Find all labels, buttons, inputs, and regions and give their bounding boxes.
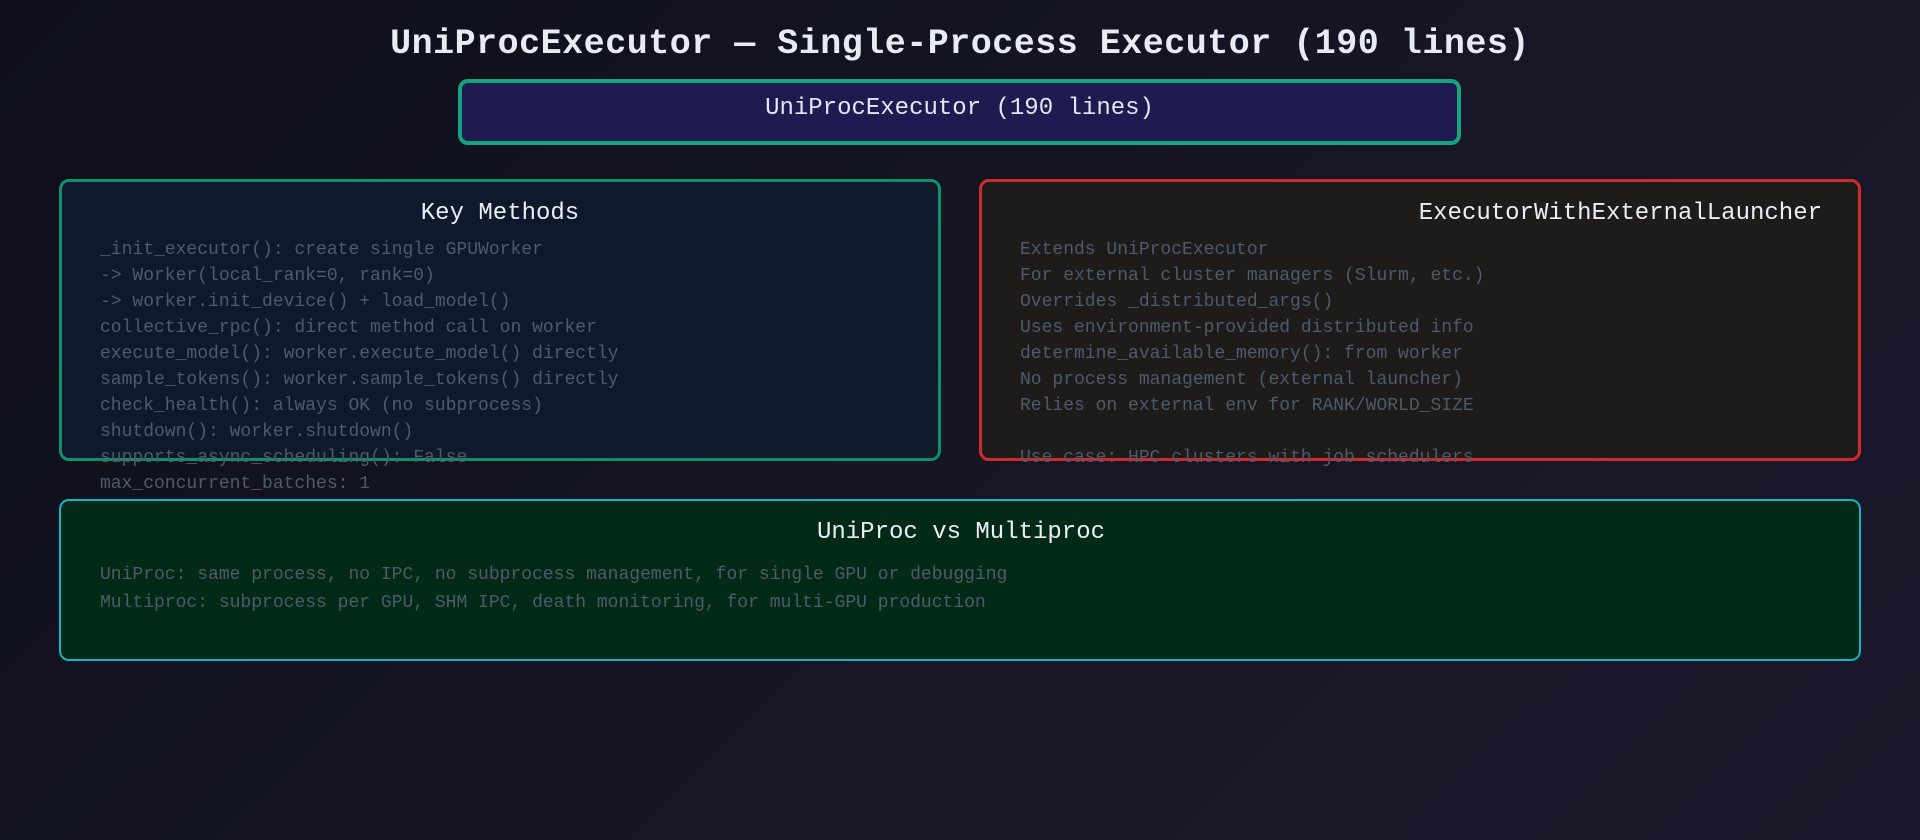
list-item: supports_async_scheduling(): False [100, 448, 468, 468]
executor-header-label: UniProcExecutor (190 lines) [765, 95, 1154, 122]
comparison-title: UniProc vs Multiproc [816, 519, 1106, 546]
comparison-list: UniProc: same process, no IPC, no subpro… [100, 561, 1007, 617]
list-item: _init_executor(): create single GPUWorke… [100, 240, 543, 260]
list-item: -> Worker(local_rank=0, rank=0) [100, 266, 435, 286]
list-item: UniProc: same process, no IPC, no subpro… [100, 565, 1008, 585]
key-methods-list: _init_executor(): create single GPUWorke… [100, 237, 618, 497]
list-item: shutdown(): worker.shutdown() [100, 422, 414, 442]
page-title: UniProcExecutor — Single-Process Executo… [390, 24, 1530, 64]
list-item: sample_tokens(): worker.sample_tokens() … [100, 370, 619, 390]
list-item: For external cluster managers (Slurm, et… [1020, 266, 1485, 286]
list-item: determine_available_memory(): from worke… [1020, 344, 1463, 364]
list-item: Multiproc: subprocess per GPU, SHM IPC, … [100, 593, 986, 613]
list-item: execute_model(): worker.execute_model() … [100, 344, 619, 364]
list-item: max_concurrent_batches: 1 [100, 474, 371, 494]
external-launcher-title: ExecutorWithExternalLauncher [1418, 200, 1822, 227]
list-item: check_health(): always OK (no subprocess… [100, 396, 543, 416]
executor-header-box: UniProcExecutor (190 lines) [458, 79, 1461, 145]
use-case-line: Use case: HPC clusters with job schedule… [1020, 448, 1474, 468]
list-item: Uses environment-provided distributed in… [1020, 318, 1474, 338]
list-item: Relies on external env for RANK/WORLD_SI… [1020, 396, 1474, 416]
list-item: Extends UniProcExecutor [1020, 240, 1269, 260]
list-item: collective_rpc(): direct method call on … [100, 318, 597, 338]
list-item: Overrides _distributed_args() [1020, 292, 1334, 312]
list-item: No process management (external launcher… [1020, 370, 1463, 390]
spacer [1020, 419, 1484, 445]
external-launcher-list: Extends UniProcExecutor For external clu… [1020, 237, 1484, 471]
key-methods-title: Key Methods [420, 200, 580, 227]
list-item: -> worker.init_device() + load_model() [100, 292, 511, 312]
